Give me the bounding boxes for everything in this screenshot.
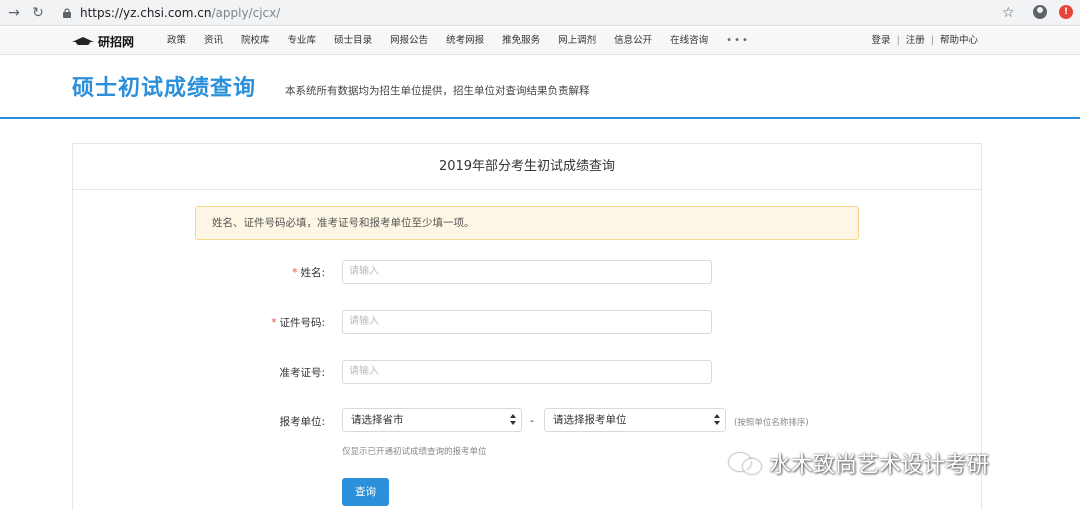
nav-item-news[interactable]: 资讯 [204, 27, 223, 55]
nav-item-schools[interactable]: 院校库 [241, 27, 270, 55]
url-path: /apply/cjcx/ [211, 6, 281, 20]
browser-toolbar: → ↻ https://yz.chsi.com.cn/apply/cjcx/ ☆… [0, 0, 1080, 26]
name-input[interactable]: 请输入 [342, 260, 712, 284]
id-number-label: * 证件号码: [271, 317, 325, 329]
ticket-number-label: 准考证号: [279, 367, 325, 379]
page-header: 硕士初试成绩查询 本系统所有数据均为招生单位提供，招生单位对查询结果负责解释 [0, 56, 1080, 119]
select-arrows-icon [510, 413, 516, 427]
unit-help-text: 仅显示已开通初试成绩查询的报考单位 [342, 447, 487, 457]
logo-text: 研招网 [98, 34, 135, 49]
id-number-input[interactable]: 请输入 [342, 310, 712, 334]
page-title: 硕士初试成绩查询 [72, 76, 257, 101]
card-title: 2019年部分考生初试成绩查询 [73, 144, 981, 190]
name-label: * 姓名: [292, 267, 325, 279]
nav-item-adjustment[interactable]: 网上调剂 [558, 27, 596, 55]
nav-item-disclosure[interactable]: 信息公开 [614, 27, 652, 55]
star-icon[interactable]: ☆ [1002, 3, 1015, 23]
page-subtitle: 本系统所有数据均为招生单位提供，招生单位对查询结果负责解释 [285, 85, 590, 97]
reload-icon[interactable]: ↻ [28, 3, 48, 23]
nav-item-master-catalog[interactable]: 硕士目录 [334, 27, 372, 55]
notice-alert: 姓名、证件号码必填，准考证号和报考单位至少填一项。 [195, 206, 859, 240]
more-menu-icon[interactable]: ••• [726, 27, 750, 55]
unit-select[interactable]: 请选择报考单位 [544, 408, 726, 432]
user-links: 登录 | 注册 | 帮助中心 [872, 27, 978, 55]
wechat-icon [727, 449, 765, 477]
unit-label: 报考单位: [279, 416, 325, 428]
nav-menu: 政策 资讯 院校库 专业库 硕士目录 网报公告 统考网报 推免服务 网上调剂 信… [167, 27, 750, 55]
query-button[interactable]: 查询 [342, 478, 389, 506]
help-center-link[interactable]: 帮助中心 [940, 27, 978, 55]
lock-icon [63, 8, 71, 18]
separator: | [930, 35, 934, 46]
nav-item-policy[interactable]: 政策 [167, 27, 186, 55]
required-mark: * [271, 317, 277, 329]
select-arrows-icon [714, 413, 720, 427]
back-arrow-icon[interactable]: → [4, 3, 24, 23]
unit-select-value: 请选择报考单位 [553, 414, 627, 426]
range-dash: - [530, 414, 534, 427]
extension-icon[interactable]: ! [1059, 5, 1073, 19]
login-link[interactable]: 登录 [872, 27, 891, 55]
watermark-text: 水木致尚艺术设计考研 [769, 453, 990, 478]
nav-item-recommendation[interactable]: 推免服务 [502, 27, 540, 55]
required-mark: * [292, 267, 298, 279]
account-icon[interactable] [1033, 5, 1047, 19]
site-logo[interactable]: 研招网 [72, 32, 134, 50]
nav-item-registration-notice[interactable]: 网报公告 [390, 27, 428, 55]
site-top-nav: 研招网 政策 资讯 院校库 专业库 硕士目录 网报公告 统考网报 推免服务 网上… [0, 27, 1080, 55]
province-select[interactable]: 请选择省市 [342, 408, 522, 432]
separator: | [896, 35, 900, 46]
province-select-value: 请选择省市 [351, 414, 404, 426]
nav-item-consult[interactable]: 在线咨询 [670, 27, 708, 55]
register-link[interactable]: 注册 [906, 27, 925, 55]
watermark: 水木致尚艺术设计考研 [727, 446, 989, 480]
nav-item-majors[interactable]: 专业库 [288, 27, 317, 55]
nav-item-unified-registration[interactable]: 统考网报 [446, 27, 484, 55]
url-host: https://yz.chsi.com.cn [80, 6, 212, 20]
sort-hint: (按照单位名称排序) [734, 418, 809, 428]
address-bar[interactable]: https://yz.chsi.com.cn/apply/cjcx/ [60, 3, 1020, 23]
graduation-cap-icon [72, 35, 94, 47]
ticket-number-input[interactable]: 请输入 [342, 360, 712, 384]
